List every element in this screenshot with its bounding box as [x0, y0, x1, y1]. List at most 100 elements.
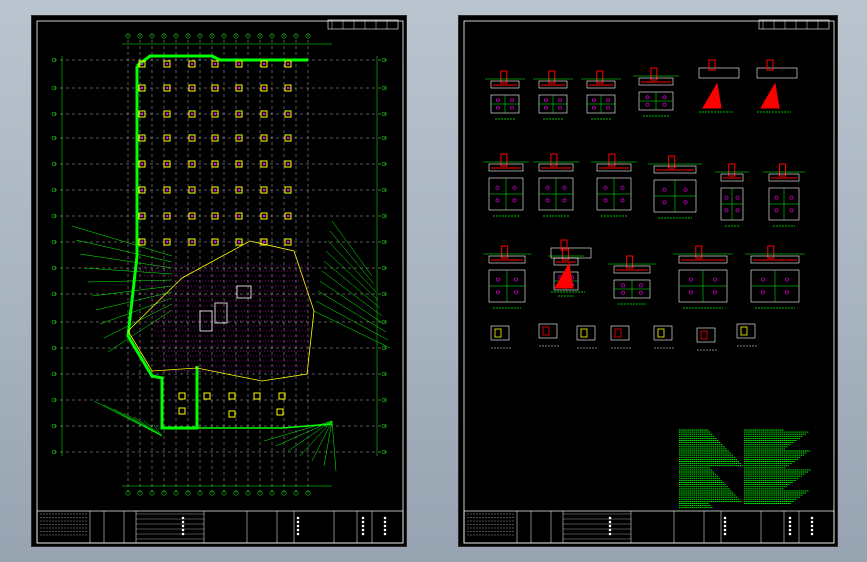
skew-axis-right	[325, 250, 379, 301]
detail-pile	[761, 277, 765, 282]
skew-axis-bottom-right	[323, 420, 333, 467]
pile	[140, 214, 144, 218]
detail-pile	[662, 102, 667, 107]
detail-pile	[735, 208, 740, 213]
detail-pile	[592, 98, 596, 103]
skew-axis-left	[87, 279, 173, 283]
pile	[140, 188, 144, 192]
detail-pile	[785, 277, 789, 282]
skew-axis-bottom-right	[331, 420, 337, 472]
skew-axis-right	[313, 310, 391, 349]
pile	[165, 112, 169, 116]
detail-pile	[606, 98, 610, 103]
title-block-glyph	[181, 532, 185, 536]
title-block-glyph	[788, 524, 792, 528]
skew-axis-right	[323, 260, 381, 309]
pile-cap	[276, 408, 284, 416]
pile	[165, 62, 169, 66]
title-block-glyph	[810, 528, 814, 532]
detail-pile	[621, 290, 625, 295]
pile	[165, 86, 169, 90]
title-block-glyph	[608, 532, 612, 536]
small-detail	[490, 325, 510, 341]
title-block-glyph	[181, 528, 185, 532]
detail-pile	[639, 283, 643, 288]
title-block-glyph	[810, 520, 814, 524]
small-detail-core	[657, 328, 665, 338]
pile-cap	[178, 407, 186, 415]
small-detail-core	[494, 328, 502, 338]
title-block-glyph	[361, 516, 365, 520]
detail-pile	[621, 283, 625, 288]
small-detail-core	[614, 328, 622, 338]
detail-pile	[603, 198, 608, 203]
title-block-glyph	[181, 524, 185, 528]
skew-axis-left	[79, 253, 173, 269]
title-block	[36, 510, 404, 544]
pile	[286, 188, 290, 192]
pile-cap	[228, 410, 236, 418]
detail-pile	[645, 102, 650, 107]
pile	[140, 62, 144, 66]
pile	[286, 62, 290, 66]
detail-pile	[689, 290, 693, 295]
title-block-glyph	[608, 516, 612, 520]
title-block-glyph	[296, 524, 300, 528]
pile	[213, 214, 217, 218]
detail-pile	[724, 208, 729, 213]
detail-pile	[662, 95, 667, 100]
pile	[140, 240, 144, 244]
pile	[262, 214, 266, 218]
triangular-cap-rebar	[702, 82, 722, 109]
pile	[213, 136, 217, 140]
wall-outline-left	[126, 66, 199, 430]
pile	[237, 62, 241, 66]
detail-pile	[603, 185, 608, 190]
detail-pile	[662, 187, 667, 192]
title-block-glyph	[383, 528, 387, 532]
detail-pile	[774, 195, 779, 200]
pile	[190, 112, 194, 116]
small-detail-core	[700, 330, 708, 340]
cap-section	[756, 67, 798, 79]
pile	[237, 214, 241, 218]
pile	[286, 214, 290, 218]
pile	[262, 240, 266, 244]
small-detail-core	[580, 328, 588, 338]
detail-pile	[713, 277, 717, 282]
title-block-glyph	[383, 532, 387, 536]
skew-axis-left	[99, 297, 173, 325]
title-block-glyph	[810, 516, 814, 520]
pile	[190, 86, 194, 90]
skew-axis-bottom-right	[263, 420, 333, 442]
pile	[213, 112, 217, 116]
detail-pile	[592, 105, 596, 110]
title-block-glyph	[788, 516, 792, 520]
detail-pile	[689, 277, 693, 282]
skew-axis-bottom-left	[143, 420, 163, 437]
detail-pile	[713, 290, 717, 295]
pile-details-canvas	[463, 19, 835, 544]
pile	[286, 136, 290, 140]
detail-pile	[774, 208, 779, 213]
pile	[286, 86, 290, 90]
detail-pile	[683, 187, 688, 192]
detail-pile	[785, 290, 789, 295]
title-block-glyph	[723, 532, 727, 536]
pile	[140, 162, 144, 166]
triangular-cap-rebar	[554, 262, 574, 289]
drawing-sheet-pile-details	[458, 15, 838, 547]
pile	[237, 86, 241, 90]
foundation-plan-canvas	[36, 19, 404, 544]
pile	[140, 136, 144, 140]
pile	[286, 240, 290, 244]
detail-pile	[558, 98, 562, 103]
title-block-glyph	[788, 532, 792, 536]
pile	[237, 162, 241, 166]
title-block-glyph	[788, 528, 792, 532]
triangular-cap-rebar	[760, 82, 780, 109]
detail-pile	[496, 105, 500, 110]
pile	[190, 62, 194, 66]
pile	[213, 188, 217, 192]
title-block-glyph	[723, 516, 727, 520]
